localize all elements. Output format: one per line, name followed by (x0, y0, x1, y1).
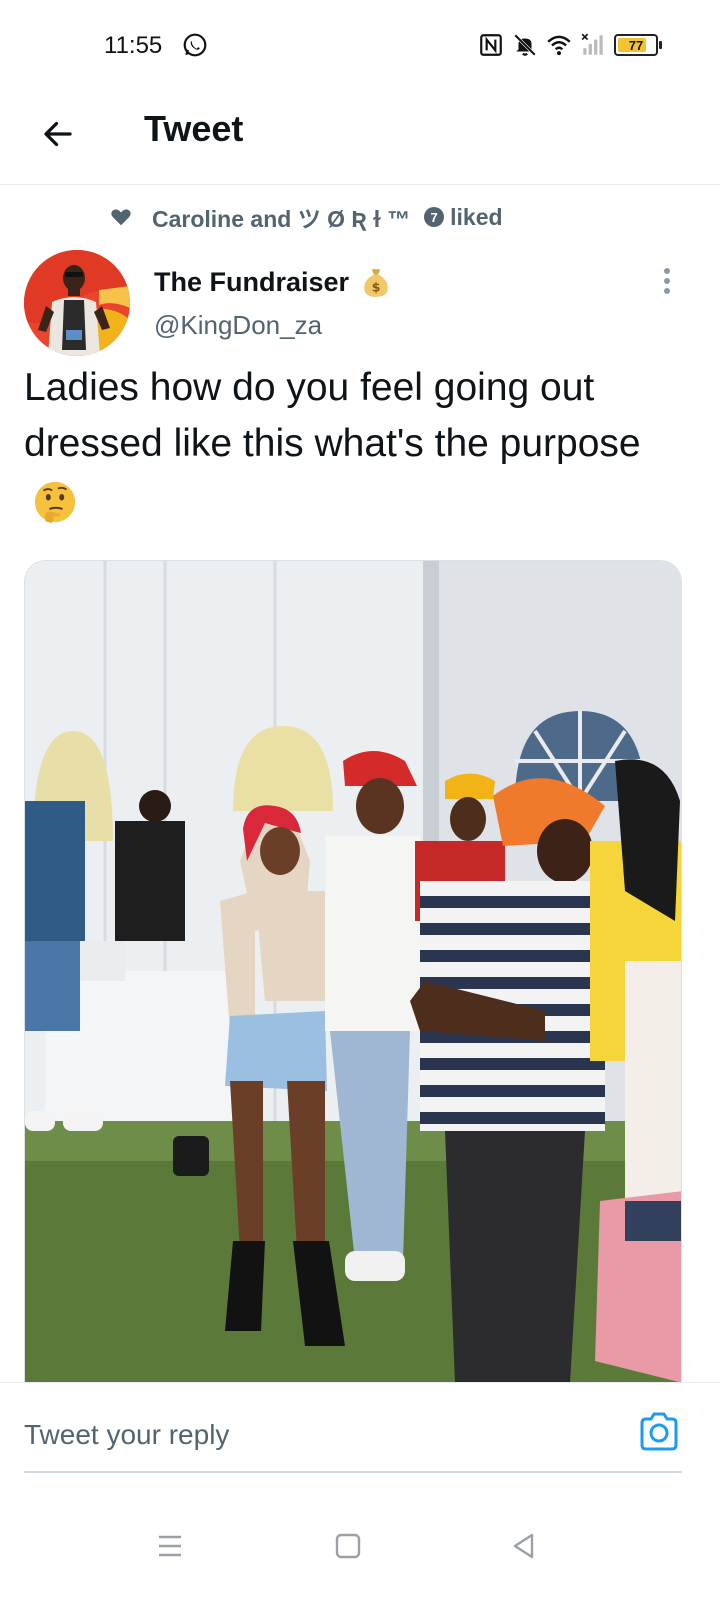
tweet-text-block: Ladies how do you feel going out dressed… (24, 360, 694, 528)
square-icon (335, 1533, 361, 1559)
more-dot-icon (664, 268, 670, 274)
avatar-image (24, 250, 130, 356)
more-dot-icon (664, 278, 670, 284)
author-handle[interactable]: @KingDon_za (154, 310, 322, 341)
arrow-left-icon (44, 121, 72, 147)
system-nav-bar (0, 1500, 720, 1600)
mute-icon (514, 34, 536, 56)
status-bar: 11:55 77 (0, 0, 720, 90)
thinking-face-icon (34, 481, 76, 523)
svg-text:$: $ (372, 281, 381, 296)
reply-divider (24, 1471, 682, 1473)
nfc-icon (480, 34, 502, 56)
status-icons: 77 (478, 32, 662, 58)
battery-percent: 77 (628, 37, 644, 53)
author-name-text: The Fundraiser (154, 266, 350, 297)
tweet-photo-image (25, 561, 681, 1382)
app-header: Tweet (0, 90, 720, 185)
whatsapp-icon (183, 33, 207, 57)
system-back-button[interactable] (504, 1526, 544, 1566)
signal-icon (581, 33, 603, 55)
status-time: 11:55 (104, 32, 163, 59)
recents-button[interactable] (150, 1526, 190, 1566)
camera-icon (640, 1412, 678, 1451)
liked-suffix: liked (450, 203, 503, 230)
battery-icon: 77 (614, 34, 662, 56)
social-context[interactable]: Caroline and ツ Ø Ʀ ɫ ™ 7 liked (110, 200, 503, 234)
liked-count-badge: 7 (424, 207, 445, 227)
more-options-button[interactable] (656, 264, 678, 298)
heart-icon (111, 209, 131, 226)
camera-button[interactable] (636, 1409, 682, 1455)
back-button[interactable] (34, 110, 82, 158)
triangle-back-icon (513, 1533, 534, 1559)
reply-bar (0, 1382, 720, 1501)
author-display-name[interactable]: The Fundraiser $ (154, 265, 393, 299)
avatar[interactable] (24, 250, 130, 356)
page-title: Tweet (144, 108, 244, 149)
tweet-text: Ladies how do you feel going out dressed… (24, 366, 641, 465)
tweet-photo[interactable] (24, 560, 682, 1382)
home-button[interactable] (328, 1526, 368, 1566)
money-bag-icon: $ (364, 269, 388, 297)
liked-by-names: Caroline and ツ Ø Ʀ ɫ ™ (152, 206, 411, 232)
wifi-icon (547, 35, 571, 56)
more-dot-icon (664, 288, 670, 294)
menu-lines-icon (159, 1535, 181, 1557)
reply-input[interactable] (24, 1413, 584, 1457)
